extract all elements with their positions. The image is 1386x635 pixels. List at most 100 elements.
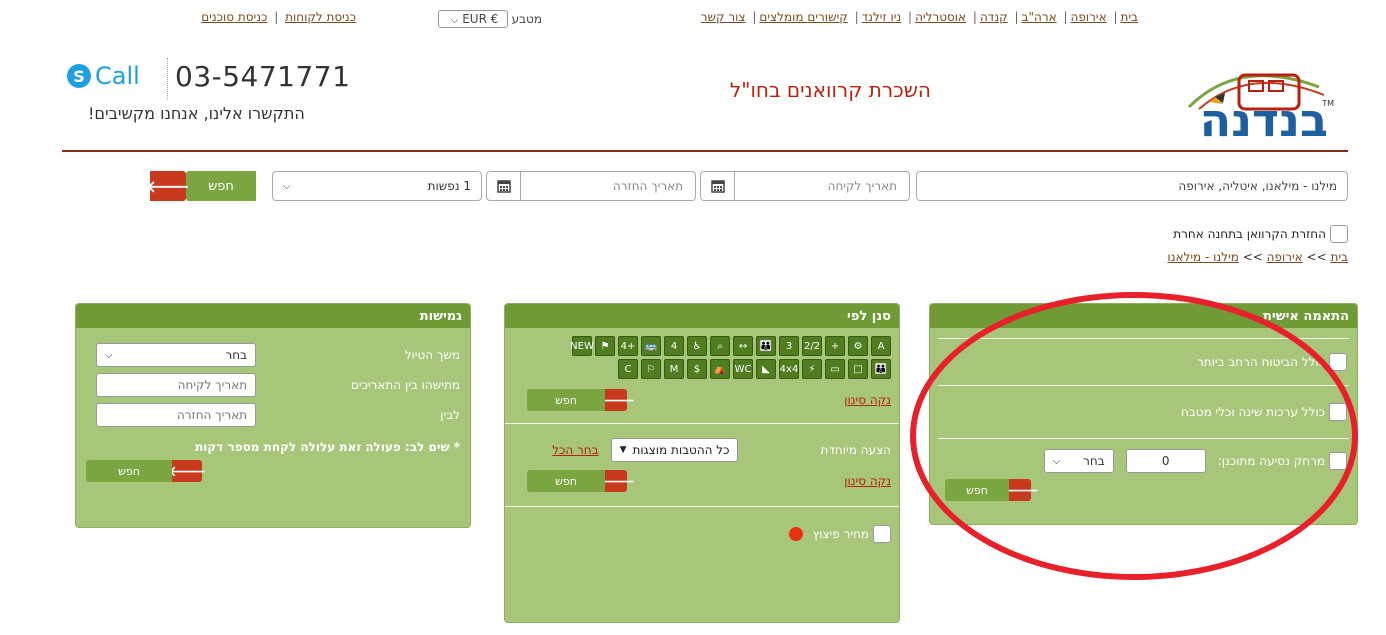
flexibility-panel: גמישות משך הטיול בחר ⌵ מתישהו בין התאריכ… — [75, 303, 471, 528]
feature-icon[interactable]: ⚐ — [641, 359, 661, 379]
feature-icon[interactable]: □ — [848, 359, 868, 379]
return-other-station-checkbox[interactable] — [1330, 225, 1348, 243]
feature-icon[interactable]: +4 — [618, 336, 638, 356]
arrow-left-icon[interactable]: 🡐 — [1001, 479, 1039, 501]
between-dates-label: מתישהו בין התאריכים — [350, 378, 460, 392]
arrow-left-icon[interactable]: 🡐 — [597, 470, 635, 492]
breadcrumb: בית >> אירופה >> מילנו - מילאנו — [1167, 250, 1348, 264]
bedding-row: כולל ערכות שינה וכלי מטבח — [930, 386, 1357, 438]
feature-icon[interactable]: 2/2 — [802, 336, 822, 356]
arrow-left-icon: 🡐 — [146, 177, 190, 196]
feature-icon[interactable]: 4x4 — [779, 359, 799, 379]
pickup-date-placeholder: תאריך לקיחה — [827, 179, 897, 193]
filter-search-button[interactable]: חפש — [527, 389, 605, 411]
distance-checkbox[interactable] — [1329, 452, 1347, 470]
currency-select[interactable]: ⌵ EUR € — [437, 10, 508, 28]
bedding-checkbox[interactable] — [1329, 403, 1347, 421]
special-offer-value: כל ההטבות מוצגות — [632, 443, 730, 457]
nav-recommended-links[interactable]: קישורים מומלצים — [759, 10, 847, 24]
feature-icon[interactable]: + — [825, 336, 845, 356]
duration-select[interactable]: בחר ⌵ — [96, 343, 256, 367]
distance-input[interactable]: 0 — [1125, 449, 1206, 473]
feature-icon[interactable]: 3 — [779, 336, 799, 356]
clear-filter-link[interactable]: נקה סינון — [844, 474, 891, 488]
pickup-date-input[interactable]: תאריך לקיחה — [700, 171, 910, 201]
distance-label: מרחק נסיעה מתוכנן: — [1217, 454, 1325, 468]
skype-icon: S — [67, 64, 91, 88]
clear-filter-link[interactable]: נקה סינון — [844, 393, 891, 407]
currency-value: EUR € — [462, 12, 499, 26]
special-offer-select[interactable]: כל ההטבות מוצגות ▼ — [610, 438, 739, 462]
feature-icon[interactable]: 👪 — [871, 359, 891, 379]
feature-icon[interactable]: M — [664, 359, 684, 379]
nav-canada[interactable]: קנדה — [980, 10, 1008, 24]
main-nav: בית| אירופה| ארה"ב| קנדה| אוסטרליה| ניו … — [700, 10, 1138, 24]
header-divider — [167, 58, 168, 100]
chevron-down-icon: ⌵ — [450, 15, 459, 26]
site-logo[interactable]: בנדנה TM — [1169, 47, 1344, 147]
flex-to-date-input[interactable]: תאריך החזרה — [96, 403, 256, 427]
feature-icon[interactable]: ▭ — [825, 359, 845, 379]
feature-icon[interactable]: NEW — [570, 336, 594, 356]
nav-europe[interactable]: אירופה — [1071, 10, 1107, 24]
arrow-left-icon[interactable]: 🡐 — [168, 460, 206, 482]
feature-icon[interactable]: C — [618, 359, 638, 379]
personal-search-button[interactable]: חפש — [945, 479, 1009, 501]
special-search: 🡐 חפש — [527, 470, 635, 492]
feature-icon[interactable]: A — [871, 336, 891, 356]
skype-call-button[interactable]: S Call — [67, 62, 140, 90]
passengers-select[interactable]: 1 נפשות ⌵ — [272, 171, 482, 201]
breadcrumb-europe[interactable]: אירופה — [1267, 250, 1303, 264]
insurance-label: כולל הביטוח הרחב ביותר — [1197, 355, 1325, 369]
calendar-icon[interactable] — [487, 172, 521, 200]
breadcrumb-sep: >> — [1242, 250, 1263, 264]
feature-icon[interactable]: 🚌 — [641, 336, 661, 356]
logo-tm: TM — [1322, 99, 1334, 108]
feature-icon[interactable]: ♿ — [687, 336, 707, 356]
search-button[interactable]: חפש — [186, 171, 256, 201]
search-arrow-button[interactable]: 🡐 — [147, 171, 189, 201]
special-offer-label: הצעה מיוחדת — [820, 443, 891, 457]
duration-label: משך הטיול — [404, 348, 460, 362]
flex-from-date-input[interactable]: תאריך לקיחה — [96, 373, 256, 397]
feature-icon[interactable]: ⌕ — [710, 336, 730, 356]
feature-icon[interactable]: ⛺ — [710, 359, 730, 379]
feature-icon[interactable]: ⚡ — [802, 359, 822, 379]
calendar-icon[interactable] — [701, 172, 735, 200]
distance-unit-value: בחר — [1083, 454, 1105, 468]
flexibility-note: * שים לב: פעולה זאת עלולה לקחת מספר דקות — [195, 440, 460, 454]
phone-number[interactable]: 03-5471771 — [175, 60, 350, 93]
bedding-label: כולל ערכות שינה וכלי מטבח — [1181, 405, 1325, 419]
feature-icon[interactable]: WC — [733, 359, 753, 379]
agent-login-link[interactable]: כניסת סוכנים — [201, 10, 267, 24]
breadcrumb-milan[interactable]: מילנו - מילאנו — [1167, 250, 1238, 264]
select-all-link[interactable]: בחר הכל — [552, 443, 598, 457]
destination-input[interactable]: מילנו - מילאנו, איטליה, אירופה — [916, 171, 1348, 201]
arrow-left-icon[interactable]: 🡐 — [597, 389, 635, 411]
nav-australia[interactable]: אוסטרליה — [915, 10, 966, 24]
insurance-row: כולל הביטוח הרחב ביותר — [930, 339, 1357, 385]
tagline: התקשרו אלינו, אנחנו מקשיבים! — [88, 104, 305, 123]
feature-icon[interactable]: ⚙ — [848, 336, 868, 356]
bargain-checkbox[interactable] — [873, 525, 891, 543]
client-login-link[interactable]: כניסת לקוחות — [285, 10, 356, 24]
feature-icon[interactable]: 4 — [664, 336, 684, 356]
feature-icon[interactable]: $ — [687, 359, 707, 379]
nav-home[interactable]: בית — [1120, 10, 1138, 24]
breadcrumb-home[interactable]: בית — [1330, 250, 1348, 264]
duration-value: בחר — [225, 348, 247, 362]
feature-icon[interactable]: ↔ — [733, 336, 753, 356]
chevron-down-icon: ⌵ — [283, 180, 291, 192]
insurance-checkbox[interactable] — [1329, 353, 1347, 371]
nav-usa[interactable]: ארה"ב — [1022, 10, 1057, 24]
flex-search-button[interactable]: חפש — [86, 460, 172, 482]
feature-icon[interactable]: ◣ — [756, 359, 776, 379]
distance-row: מרחק נסיעה מתוכנן: 0 בחר ⌵ — [940, 449, 1347, 473]
nav-contact[interactable]: צור קשר — [701, 10, 746, 24]
return-date-input[interactable]: תאריך החזרה — [486, 171, 696, 201]
distance-unit-select[interactable]: בחר ⌵ — [1043, 449, 1114, 473]
feature-icon[interactable]: 👪 — [756, 336, 776, 356]
nav-new-zealand[interactable]: ניו זילנד — [862, 10, 902, 24]
special-search-button[interactable]: חפש — [527, 470, 605, 492]
feature-icon[interactable]: ⚑ — [595, 336, 615, 356]
